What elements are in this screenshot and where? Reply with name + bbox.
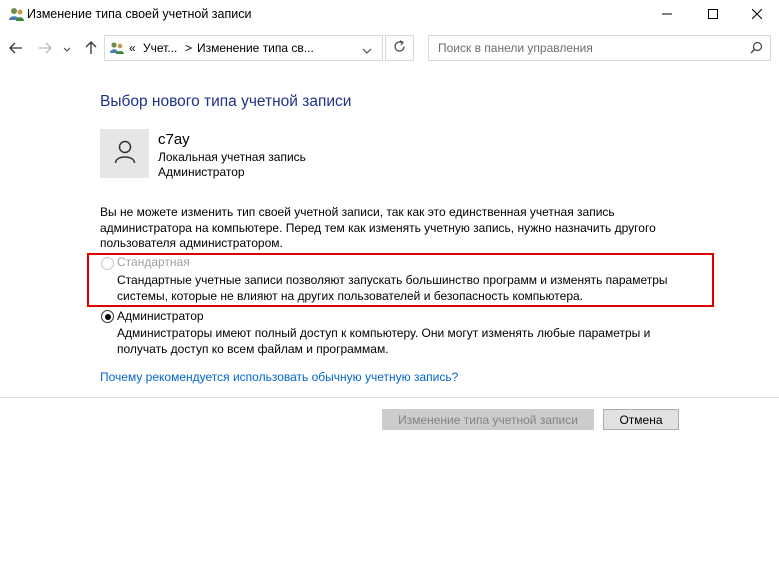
standard-description: Стандартные учетные записи позволяют зап… — [117, 273, 668, 303]
change-account-type-button[interactable]: Изменение типа учетной записи — [382, 409, 594, 430]
breadcrumb-item-accounts[interactable]: Учет... — [143, 41, 177, 55]
back-button[interactable] — [6, 38, 26, 60]
address-bar[interactable]: « Учет... > Изменение типа св... — [104, 35, 383, 61]
maximize-icon — [708, 8, 718, 22]
minimize-button[interactable] — [644, 0, 690, 30]
maximize-button[interactable] — [690, 0, 736, 30]
breadcrumb-separator[interactable]: > — [185, 41, 192, 55]
users-icon — [8, 6, 25, 23]
avatar — [100, 129, 149, 178]
recent-chevron-icon — [63, 42, 71, 56]
minimize-icon — [662, 8, 672, 22]
close-icon — [751, 8, 763, 22]
user-account-type: Локальная учетная запись — [158, 150, 306, 164]
user-role: Администратор — [158, 165, 245, 179]
radio-standard[interactable] — [101, 257, 114, 270]
title-bar: Изменение типа своей учетной записи — [0, 0, 779, 30]
search-icon — [750, 41, 763, 57]
search-placeholder: Поиск в панели управления — [438, 41, 593, 55]
recent-locations-button[interactable] — [60, 38, 74, 60]
back-arrow-icon — [9, 42, 23, 57]
forward-button[interactable] — [35, 38, 55, 60]
dropdown-chevron-icon[interactable] — [362, 44, 372, 58]
administrator-description: Администраторы имеют полный доступ к ком… — [117, 326, 651, 356]
window-title: Изменение типа своей учетной записи — [27, 7, 252, 21]
radio-administrator[interactable] — [101, 310, 114, 323]
refresh-button[interactable] — [385, 35, 414, 61]
breadcrumb-overflow[interactable]: « — [129, 41, 136, 55]
user-icon — [114, 140, 136, 167]
breadcrumb-item-current[interactable]: Изменение типа св... — [197, 41, 314, 55]
close-button[interactable] — [734, 0, 779, 30]
radio-standard-label[interactable]: Стандартная — [117, 255, 190, 269]
radio-administrator-label[interactable]: Администратор — [117, 309, 204, 323]
up-button[interactable] — [81, 38, 101, 60]
forward-arrow-icon — [38, 42, 52, 57]
control-panel-icon — [109, 40, 125, 59]
cancel-button[interactable]: Отмена — [603, 409, 679, 430]
divider — [0, 397, 779, 398]
user-name: c7ay — [158, 131, 190, 148]
navigation-bar: « Учет... > Изменение типа св... Поиск в… — [0, 30, 779, 70]
refresh-icon — [393, 40, 406, 56]
warning-message: Вы не можете изменить тип своей учетной … — [100, 205, 656, 250]
page-title: Выбор нового типа учетной записи — [100, 93, 352, 110]
search-input[interactable]: Поиск в панели управления — [428, 35, 771, 61]
why-standard-account-link[interactable]: Почему рекомендуется использовать обычну… — [100, 370, 458, 384]
up-arrow-icon — [85, 40, 97, 58]
